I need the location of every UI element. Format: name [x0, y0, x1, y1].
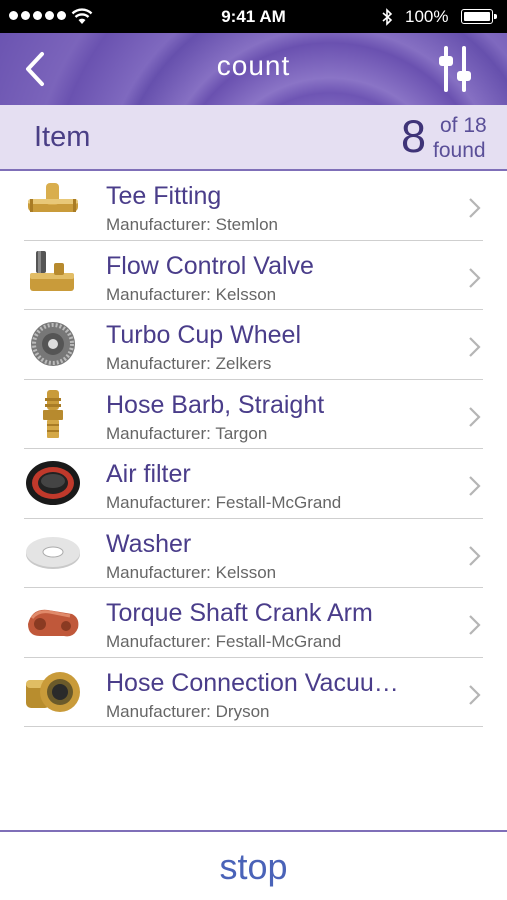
found-text: found: [433, 139, 486, 162]
air-filter-icon: [26, 461, 80, 505]
chevron-right-icon: [469, 684, 481, 705]
item-list: Tee Fitting Manufacturer: Stemlon Flow C…: [24, 171, 483, 727]
washer-icon: [26, 536, 80, 569]
chevron-right-icon: [469, 267, 481, 288]
total-count-text: of 18: [440, 114, 487, 137]
list-header-label: Item: [34, 121, 91, 153]
item-name: Turbo Cup Wheel: [106, 321, 301, 349]
item-manufacturer: Manufacturer: Festall-McGrand: [106, 632, 342, 651]
item-manufacturer: Manufacturer: Kelsson: [106, 284, 277, 304]
tee-fitting-icon: [28, 183, 78, 212]
list-item[interactable]: Hose Barb, Straight Manufacturer: Targon: [24, 380, 483, 449]
list-item[interactable]: Washer Manufacturer: Kelsson: [24, 519, 483, 588]
filter-settings-icon[interactable]: [436, 45, 476, 93]
turbo-cup-wheel-icon: [31, 322, 75, 366]
list-header: Item 8 of 18 found: [0, 105, 507, 171]
item-name: Hose Connection Vacuu…: [106, 668, 399, 697]
battery-percentage: 100%: [405, 7, 449, 26]
navigation-bar: count: [0, 33, 507, 105]
flow-control-valve-icon: [30, 250, 74, 291]
list-item[interactable]: Turbo Cup Wheel Manufacturer: Zelkers: [24, 310, 483, 380]
item-manufacturer: Manufacturer: Targon: [106, 423, 268, 443]
stop-button[interactable]: stop: [0, 846, 507, 888]
found-count: 8: [401, 111, 427, 162]
bluetooth-icon: [382, 8, 393, 26]
crank-arm-icon: [28, 609, 79, 637]
battery-icon: [461, 9, 497, 24]
footer-bar: stop: [0, 830, 507, 900]
chevron-right-icon: [469, 406, 481, 427]
item-name: Tee Fitting: [106, 182, 222, 210]
item-name: Air filter: [106, 460, 191, 488]
list-item[interactable]: Flow Control Valve Manufacturer: Kelsson: [24, 241, 483, 310]
chevron-right-icon: [469, 545, 481, 566]
list-item[interactable]: Hose Connection Vacuu… Manufacturer: Dry…: [24, 658, 483, 727]
list-item[interactable]: Torque Shaft Crank Arm Manufacturer: Fes…: [24, 588, 483, 658]
item-manufacturer: Manufacturer: Dryson: [106, 701, 270, 721]
item-name: Torque Shaft Crank Arm: [106, 599, 373, 627]
item-name: Hose Barb, Straight: [106, 390, 325, 419]
item-manufacturer: Manufacturer: Festall-McGrand: [106, 493, 342, 512]
item-manufacturer: Manufacturer: Kelsson: [106, 562, 277, 582]
item-name: Washer: [106, 529, 192, 558]
list-item[interactable]: Air filter Manufacturer: Festall-McGrand: [24, 449, 483, 519]
item-manufacturer: Manufacturer: Stemlon: [106, 215, 278, 234]
chevron-right-icon: [469, 337, 481, 357]
chevron-right-icon: [469, 476, 481, 496]
chevron-right-icon: [469, 198, 481, 218]
chevron-right-icon: [469, 615, 481, 635]
item-name: Flow Control Valve: [106, 251, 314, 280]
status-bar: 9:41 AM 100%: [0, 0, 507, 33]
hose-connection-icon: [26, 671, 80, 712]
list-item[interactable]: Tee Fitting Manufacturer: Stemlon: [24, 171, 483, 241]
item-manufacturer: Manufacturer: Zelkers: [106, 354, 272, 373]
page-title: count: [216, 50, 291, 81]
hose-barb-icon: [43, 389, 63, 438]
